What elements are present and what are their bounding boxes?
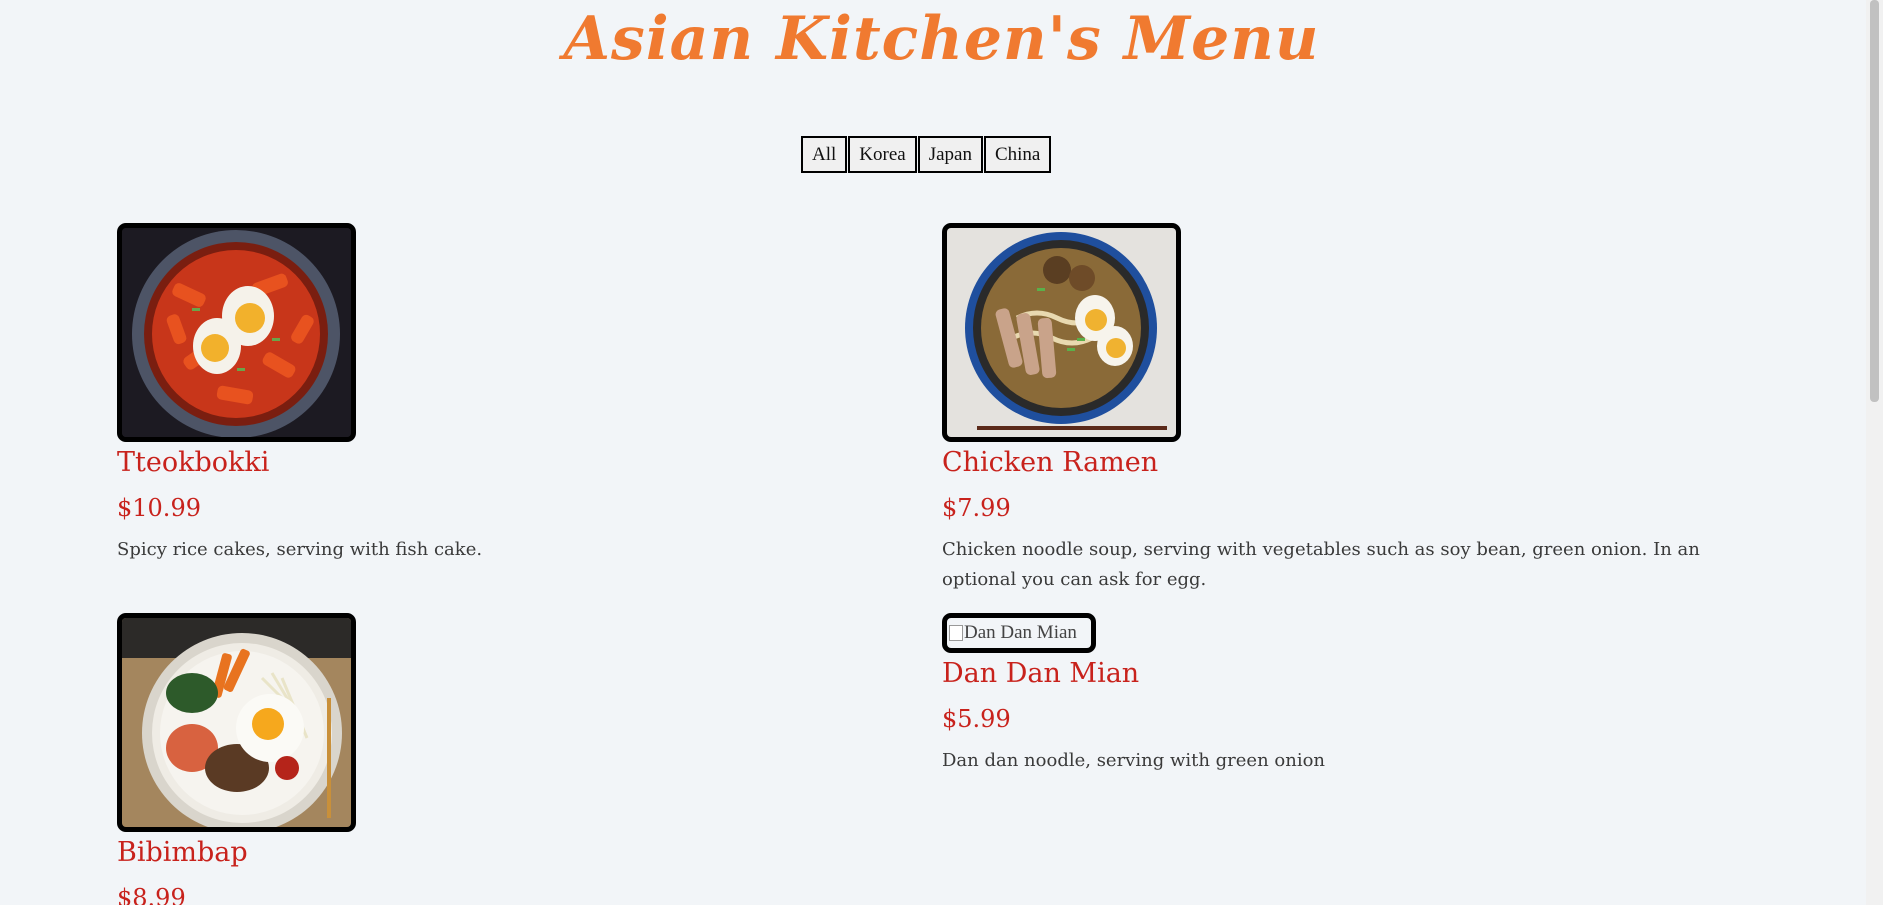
dan-dan-mian-broken-image: Dan Dan Mian bbox=[942, 613, 1096, 653]
filter-buttons: All Korea Japan China bbox=[801, 136, 1052, 173]
menu-item-name: Tteokbokki bbox=[117, 447, 270, 478]
chicken-ramen-photo bbox=[942, 223, 1181, 442]
menu-item-description: Chicken noodle soup, serving with vegeta… bbox=[942, 539, 1700, 590]
broken-image-icon bbox=[949, 625, 963, 641]
filter-china-button[interactable]: China bbox=[983, 136, 1052, 173]
scrollbar-thumb[interactable] bbox=[1870, 0, 1879, 402]
page-title: Asian Kitchen's Menu bbox=[563, 4, 1320, 74]
image-alt-text: Dan Dan Mian bbox=[964, 622, 1077, 643]
menu-item-chicken-ramen: Chicken Ramen $7.99 Chicken noodle soup,… bbox=[942, 223, 1722, 595]
menu-item-price: $10.99 bbox=[117, 494, 201, 522]
menu-item-dan-dan-mian: Dan Dan Mian Dan Dan Mian $5.99 Dan dan … bbox=[942, 613, 1722, 776]
tteokbokki-photo bbox=[117, 223, 356, 442]
filter-korea-button[interactable]: Korea bbox=[848, 136, 917, 173]
filter-all-button[interactable]: All bbox=[801, 136, 848, 173]
vertical-scrollbar[interactable] bbox=[1866, 0, 1883, 905]
menu-item-price: $7.99 bbox=[942, 494, 1011, 522]
menu-item-description: Dan dan noodle, serving with green onion bbox=[942, 750, 1326, 771]
menu-item-name: Bibimbap bbox=[117, 837, 248, 868]
menu-item-name: Chicken Ramen bbox=[942, 447, 1159, 478]
menu-item-price: $5.99 bbox=[942, 705, 1011, 733]
menu-item-price: $8.99 bbox=[117, 884, 186, 905]
menu-item-description: Spicy rice cakes, serving with fish cake… bbox=[117, 539, 483, 560]
menu-item-bibimbap: Bibimbap $8.99 bbox=[117, 613, 356, 905]
filter-japan-button[interactable]: Japan bbox=[917, 136, 983, 173]
bibimbap-photo bbox=[117, 613, 356, 832]
menu-item-name: Dan Dan Mian bbox=[942, 658, 1140, 689]
menu-item-tteokbokki: Tteokbokki $10.99 Spicy rice cakes, serv… bbox=[117, 223, 897, 565]
